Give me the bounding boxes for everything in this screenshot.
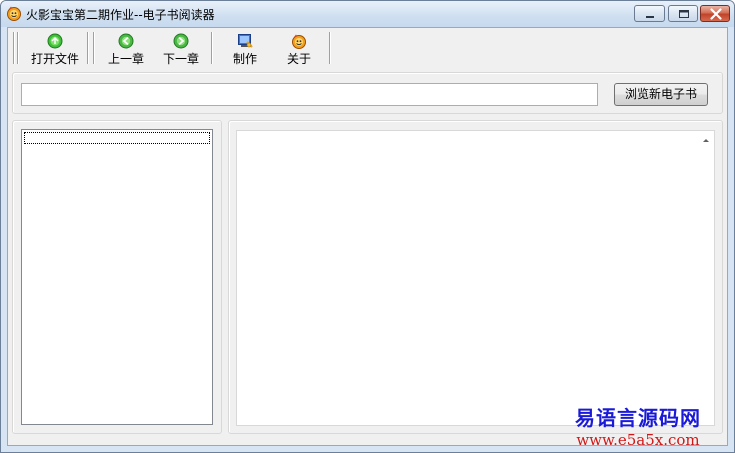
open-file-icon: [47, 33, 63, 49]
open-file-label: 打开文件: [30, 52, 79, 66]
make-icon: [237, 33, 253, 49]
previous-chapter-label: 上一章: [107, 52, 144, 66]
toolbar-separator: [13, 32, 15, 64]
toolbar: 打开文件 上一章 下一章 制作 关于: [8, 28, 727, 68]
close-icon: [710, 8, 722, 20]
file-path-input[interactable]: [21, 83, 598, 106]
about-button[interactable]: 关于: [274, 31, 324, 66]
scroll-up-arrow-icon[interactable]: [700, 135, 712, 145]
about-label: 关于: [286, 52, 311, 66]
make-button[interactable]: 制作: [220, 31, 270, 66]
title-bar[interactable]: 火影宝宝第二期作业--电子书阅读器: [1, 1, 734, 27]
next-chapter-label: 下一章: [162, 52, 199, 66]
watermark: 易语言源码网 www.e5a5x.com: [548, 402, 728, 449]
next-chapter-icon: [173, 33, 189, 49]
toolbar-separator: [329, 32, 331, 64]
about-icon: [291, 33, 307, 49]
make-label: 制作: [232, 52, 257, 66]
maximize-icon: [679, 10, 689, 18]
minimize-button[interactable]: [634, 5, 665, 22]
toolbar-separator: [17, 32, 19, 64]
content-text-area[interactable]: [236, 130, 715, 426]
toolbar-separator: [93, 32, 95, 64]
list-focus-row[interactable]: [24, 132, 210, 144]
previous-chapter-icon: [118, 33, 134, 49]
watermark-title: 易语言源码网: [575, 406, 701, 430]
browse-ebook-button[interactable]: 浏览新电子书: [614, 83, 708, 106]
toolbar-separator: [211, 32, 213, 64]
chapter-panel: [12, 120, 222, 434]
client-area: 打开文件 上一章 下一章 制作 关于 浏览新电子书 易语言源码网 www.e5a…: [7, 27, 728, 449]
previous-chapter-button[interactable]: 上一章: [101, 31, 151, 66]
chapter-list[interactable]: [21, 129, 213, 425]
app-window: 火影宝宝第二期作业--电子书阅读器 打开文件 上一章 下一章 制作 关于 浏览新…: [0, 0, 735, 453]
next-chapter-button[interactable]: 下一章: [156, 31, 206, 66]
toolbar-separator: [87, 32, 89, 64]
app-icon[interactable]: [6, 5, 22, 21]
watermark-url: www.e5a5x.com: [576, 431, 700, 449]
close-button[interactable]: [700, 5, 730, 22]
content-panel: [228, 120, 723, 434]
browse-ebook-label: 浏览新电子书: [624, 87, 697, 101]
minimize-icon: [646, 16, 654, 18]
path-panel: 浏览新电子书: [12, 72, 723, 114]
open-file-button[interactable]: 打开文件: [25, 31, 85, 66]
window-title: 火影宝宝第二期作业--电子书阅读器: [26, 8, 215, 22]
maximize-button[interactable]: [668, 5, 698, 22]
